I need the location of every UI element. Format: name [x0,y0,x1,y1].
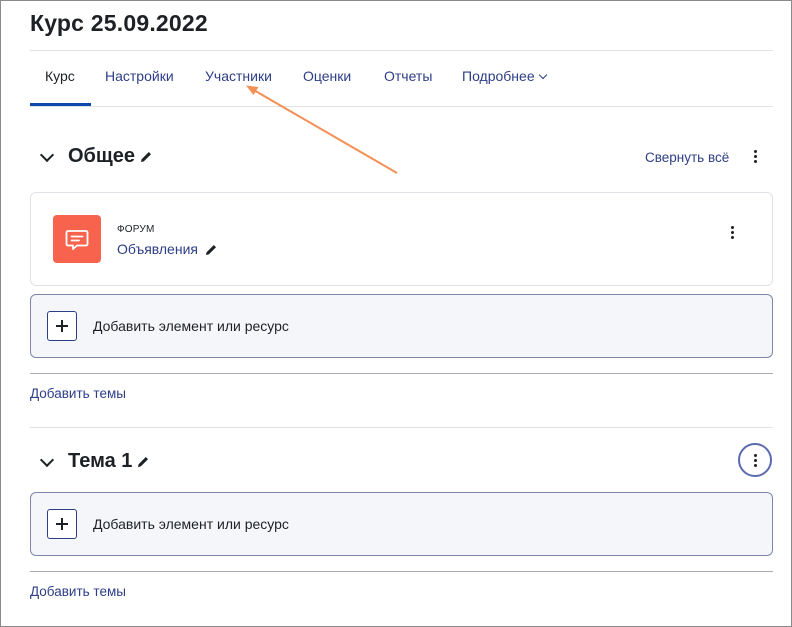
annotation-arrow-line [251,88,398,174]
annotation-arrow-head [246,85,259,95]
annotation-arrow [246,85,398,174]
